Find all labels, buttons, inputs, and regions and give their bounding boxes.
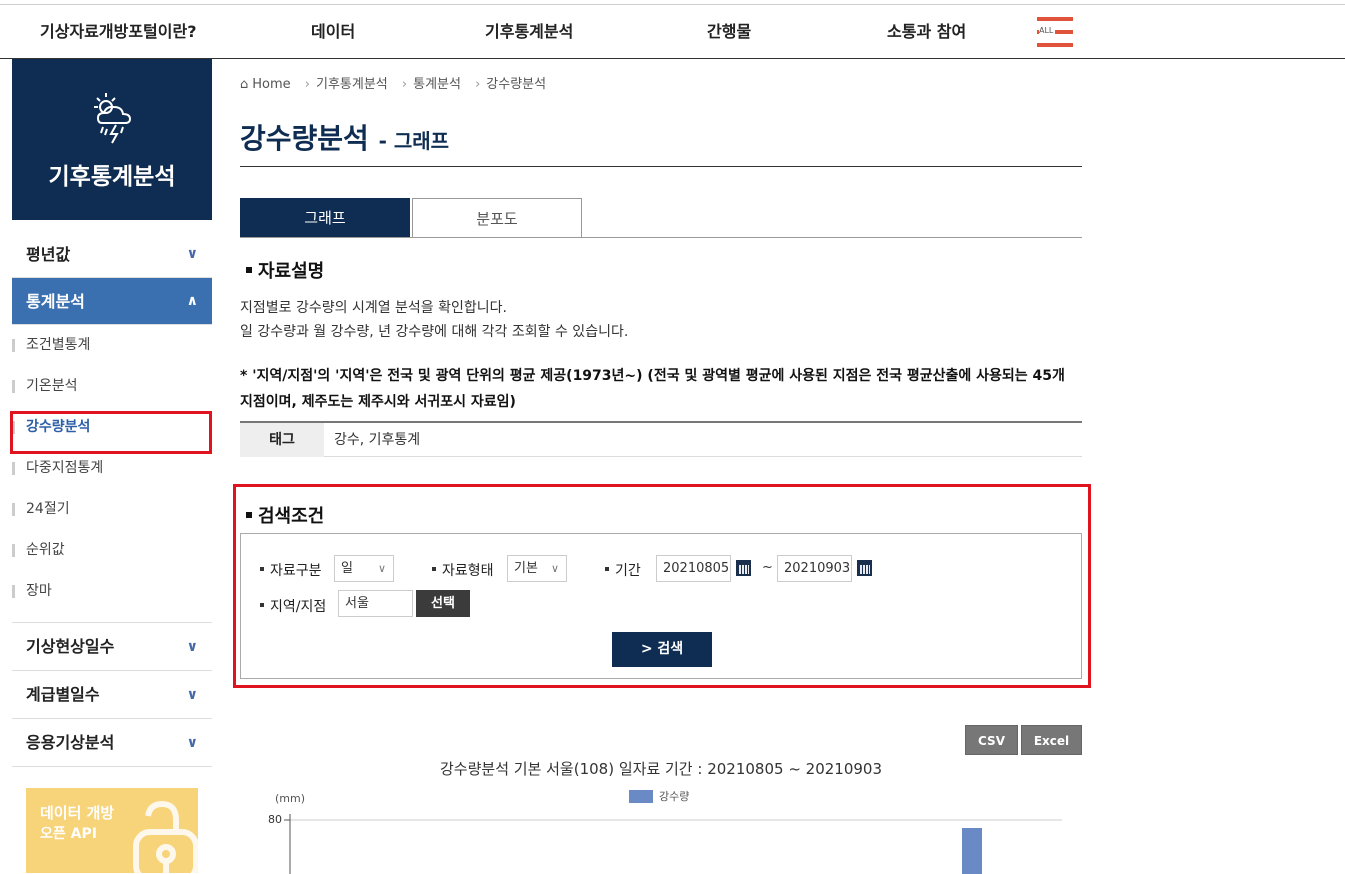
breadcrumb: ⌂ Home › 기후통계분석 › 통계분석 › 강수량분석 <box>240 73 550 92</box>
chevron-down-icon: ∨ <box>186 735 198 751</box>
description-text: 지점별로 강수량의 시계열 분석을 확인합니다. 일 강수량과 월 강수량, 년… <box>240 296 628 344</box>
sidebar-item-temperature[interactable]: 기온분석 <box>12 366 212 407</box>
legend-swatch <box>629 790 653 803</box>
legend-label[interactable]: 강수량 <box>659 790 689 803</box>
menu-bar-icon <box>1037 43 1073 47</box>
chevron-down-icon: ∨ <box>186 639 198 655</box>
all-menu-button[interactable]: ALL <box>1037 17 1073 47</box>
sidebar-item-solar-terms[interactable]: 24절기 <box>12 489 212 530</box>
y-tick-label: 80 <box>268 813 282 826</box>
sidebar-menu-label: 통계분석 <box>26 292 85 311</box>
banner-title: 데이터 개방 <box>40 804 115 822</box>
description-line: 지점별로 강수량의 시계열 분석을 확인합니다. <box>240 300 507 316</box>
sidebar-title: 기후통계분석 <box>48 164 176 190</box>
sidebar-submenu: 조건별통계 기온분석 강수량분석 다중지점통계 24절기 순위값 장마 <box>12 325 212 623</box>
gnb-item-community[interactable]: 소통과 참여 <box>887 5 966 59</box>
open-api-banner[interactable]: 데이터 개방 오픈 API <box>26 788 198 873</box>
tab-graph[interactable]: 그래프 <box>240 198 410 238</box>
description-heading: 자료설명 <box>246 257 324 283</box>
sidebar-menu-weather-days[interactable]: 기상현상일수 ∨ <box>12 623 212 671</box>
sidebar-menu-stat-analysis[interactable]: 통계분석 ∧ <box>12 278 212 325</box>
banner-subtitle: 오픈 API <box>40 826 97 842</box>
weather-storm-icon <box>94 93 132 144</box>
chevron-down-icon: ∨ <box>186 687 198 703</box>
home-icon: ⌂ <box>240 77 249 92</box>
breadcrumb-item[interactable]: 기후통계분석 <box>316 77 388 92</box>
sidebar-menu-label: 응용기상분석 <box>26 733 115 752</box>
global-nav: 기상자료개방포털이란? 데이터 기후통계분석 간행물 소통과 참여 ALL <box>0 5 1345 59</box>
bar-mark[interactable] <box>962 828 982 874</box>
chevron-up-icon: ∧ <box>186 293 198 309</box>
chevron-right-icon: › <box>475 77 481 92</box>
sidebar-item-monsoon[interactable]: 장마 <box>12 571 212 612</box>
breadcrumb-home[interactable]: Home <box>252 77 290 92</box>
lock-icon <box>133 800 198 873</box>
page-title: 강수량분석 - 그래프 <box>240 117 449 157</box>
gnb-item-about[interactable]: 기상자료개방포털이란? <box>40 5 196 59</box>
sidebar-item-ranking[interactable]: 순위값 <box>12 530 212 571</box>
sidebar-header: 기후통계분석 <box>12 59 212 220</box>
sidebar-menu-label: 평년값 <box>26 245 71 264</box>
description-line: 일 강수량과 월 강수량, 년 강수량에 대해 각각 조회할 수 있습니다. <box>240 324 629 340</box>
chevron-right-icon: › <box>304 77 310 92</box>
sidebar-menu-label: 기상현상일수 <box>26 637 115 656</box>
sidebar-item-multi-station[interactable]: 다중지점통계 <box>12 448 212 489</box>
y-axis-unit: (mm) <box>275 792 305 805</box>
sidebar-menu-applied[interactable]: 응용기상분석 ∨ <box>12 719 212 767</box>
sidebar-menu-normals[interactable]: 평년값 ∨ <box>12 231 212 278</box>
sidebar-item-condition-stats[interactable]: 조건별통계 <box>12 325 212 366</box>
title-divider <box>240 166 1082 167</box>
sidebar-menu-label: 계급별일수 <box>26 685 100 704</box>
description-note: * '지역/지점'의 '지역'은 전국 및 광역 단위의 평균 제공(1973년… <box>240 368 1065 410</box>
sidebar: 기후통계분석 평년값 ∨ 통계분석 ∧ 조건별통계 기온분석 강수량분석 다중지… <box>12 59 212 873</box>
page-title-text: 강수량분석 <box>240 122 369 155</box>
chevron-right-icon: › <box>401 77 408 92</box>
precipitation-chart: (mm) 강수량 80 <box>268 790 1062 874</box>
tab-distribution-map[interactable]: 분포도 <box>412 198 582 238</box>
chevron-down-icon: ∨ <box>186 246 198 262</box>
gnb-item-data[interactable]: 데이터 <box>311 5 355 59</box>
highlight-box-menu <box>10 411 212 454</box>
breadcrumb-item[interactable]: 통계분석 <box>413 77 461 92</box>
excel-download-button[interactable]: Excel <box>1021 725 1082 755</box>
tag-row: 태그 강수, 기후통계 <box>240 421 1082 457</box>
all-menu-label: ALL <box>1039 26 1056 35</box>
chart-title: 강수량분석 기본 서울(108) 일자료 기간 : 20210805 ~ 202… <box>440 760 882 778</box>
csv-download-button[interactable]: CSV <box>965 725 1018 755</box>
tag-label: 태그 <box>240 423 324 457</box>
gnb-item-climate-stats[interactable]: 기후통계분석 <box>485 5 573 59</box>
tag-value[interactable]: 강수, 기후통계 <box>334 423 420 457</box>
highlight-box-search <box>233 484 1091 688</box>
page-subtitle: - 그래프 <box>378 129 450 153</box>
menu-bar-icon <box>1037 17 1073 21</box>
tab-divider <box>240 237 1082 238</box>
gnb-item-publications[interactable]: 간행물 <box>707 5 751 59</box>
sidebar-menu-class-days[interactable]: 계급별일수 ∨ <box>12 671 212 719</box>
breadcrumb-item[interactable]: 강수량분석 <box>486 77 546 92</box>
